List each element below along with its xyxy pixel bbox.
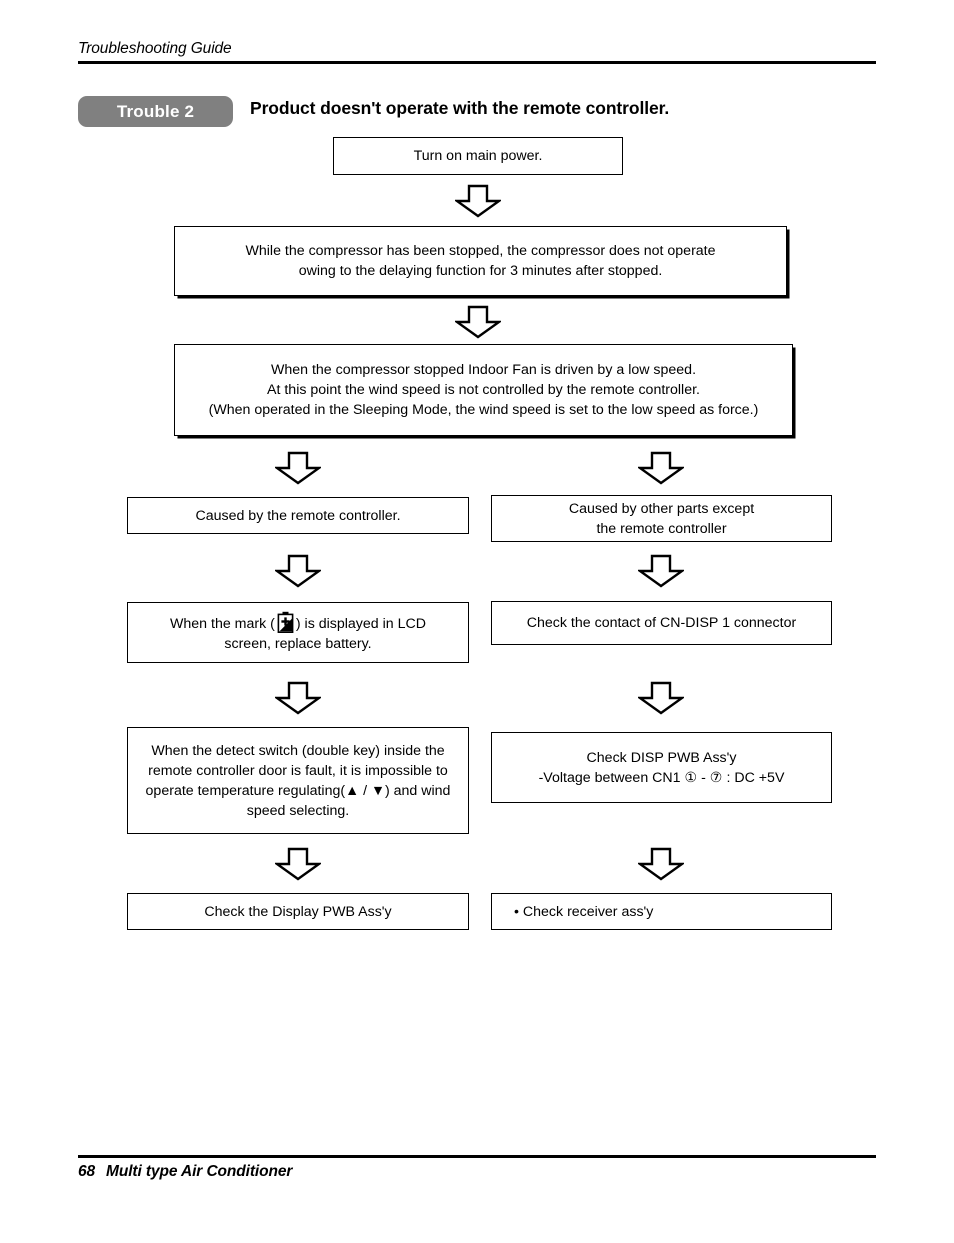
down-block-arrow-icon: [638, 451, 684, 485]
flow-box-turn-on-main-power: Turn on main power.: [333, 137, 623, 175]
flow-box-text: Check DISP PWB Ass'y -Voltage between CN…: [500, 748, 823, 788]
page-header: Troubleshooting Guide: [78, 40, 876, 64]
flow-box-text: While the compressor has been stopped, t…: [183, 241, 778, 281]
flow-box-line-2: -Voltage between CN1 ① - ⑦ : DC +5V: [538, 769, 785, 786]
trouble-badge: Trouble 2: [78, 96, 233, 127]
flow-box-line-1: When the detect switch (double key) insi…: [151, 742, 445, 759]
flow-box-line-2: remote controller door is fault, it is i…: [148, 762, 448, 779]
flow-box-text: Check the Display PWB Ass'y: [204, 903, 392, 920]
flow-box-text: When the detect switch (double key) insi…: [136, 741, 460, 821]
document-page: Troubleshooting Guide Trouble 2 Product …: [0, 0, 954, 1243]
down-block-arrow-icon: [275, 554, 321, 588]
guide-title: Troubleshooting Guide: [78, 40, 232, 57]
flow-box-line-3: operate temperature regulating(▲ / ▼) an…: [145, 782, 451, 799]
flow-box-text: Caused by other parts except the remote …: [500, 499, 823, 539]
footer-content: 68 Multi type Air Conditioner: [78, 1163, 876, 1181]
down-block-arrow-icon: [638, 847, 684, 881]
down-block-arrow-icon: [275, 451, 321, 485]
document-title: Multi type Air Conditioner: [106, 1162, 293, 1180]
flow-box-line-1: When the compressor stopped Indoor Fan i…: [270, 362, 697, 378]
down-block-arrow-icon: [455, 184, 501, 218]
flow-box-check-display-pwb: Check the Display PWB Ass'y: [127, 893, 469, 930]
flow-box-line-2: At this point the wind speed is not cont…: [267, 382, 700, 398]
flow-box-line-1: Caused by other parts except: [568, 500, 755, 517]
flow-box-caused-by-remote-controller: Caused by the remote controller.: [127, 497, 469, 534]
trouble-heading: Product doesn't operate with the remote …: [250, 98, 670, 118]
flow-box-line-3: (When operated in the Sleeping Mode, the…: [208, 402, 759, 418]
flow-box-text: When the compressor stopped Indoor Fan i…: [183, 360, 784, 420]
flow-box-text: Caused by the remote controller.: [195, 507, 401, 524]
footer-divider: [78, 1155, 876, 1158]
down-block-arrow-icon: [275, 681, 321, 715]
flow-box-caused-by-other-parts: Caused by other parts except the remote …: [491, 495, 832, 542]
header-divider: [78, 61, 876, 64]
page-number: 68: [78, 1162, 96, 1180]
flow-box-line-1: When the mark ( ) is displayed in LCD: [136, 611, 460, 634]
down-block-arrow-icon: [638, 681, 684, 715]
flow-box-text: • Check receiver ass'y: [514, 903, 654, 920]
flow-box-text: Check the contact of CN-DISP 1 connector: [526, 615, 797, 631]
flow-box-line-4: speed selecting.: [246, 802, 350, 819]
flow-box-text: Turn on main power.: [413, 148, 543, 164]
trouble-title-row: Trouble 2 Product doesn't operate with t…: [78, 96, 878, 128]
down-block-arrow-icon: [455, 305, 501, 339]
flow-box-line-2: the remote controller: [596, 520, 727, 537]
flow-box-compressor-delay: While the compressor has been stopped, t…: [174, 226, 787, 296]
battery-mark-suffix: ) is displayed in LCD: [295, 616, 426, 632]
page-footer: 68 Multi type Air Conditioner: [78, 1155, 876, 1181]
flow-box-check-disp-pwb-voltage: Check DISP PWB Ass'y -Voltage between CN…: [491, 732, 832, 803]
flow-box-text: When the mark ( ) is displayed in LCD sc…: [136, 611, 460, 654]
flow-box-line-1: While the compressor has been stopped, t…: [245, 243, 716, 259]
flow-box-check-cn-disp-connector: Check the contact of CN-DISP 1 connector: [491, 601, 832, 645]
flow-box-line-2: screen, replace battery.: [224, 636, 372, 652]
flow-box-line-2: owing to the delaying function for 3 min…: [298, 263, 663, 279]
battery-low-icon: [277, 611, 294, 633]
down-block-arrow-icon: [638, 554, 684, 588]
flow-box-detect-switch-fault: When the detect switch (double key) insi…: [127, 727, 469, 834]
battery-mark-prefix: When the mark (: [170, 616, 275, 632]
flow-box-line-1: Check DISP PWB Ass'y: [586, 749, 737, 766]
flow-box-check-receiver-assy: • Check receiver ass'y: [491, 893, 832, 930]
flow-box-replace-battery: When the mark ( ) is displayed in LCD sc…: [127, 602, 469, 663]
down-block-arrow-icon: [275, 847, 321, 881]
flow-box-indoor-fan-low-speed: When the compressor stopped Indoor Fan i…: [174, 344, 793, 436]
